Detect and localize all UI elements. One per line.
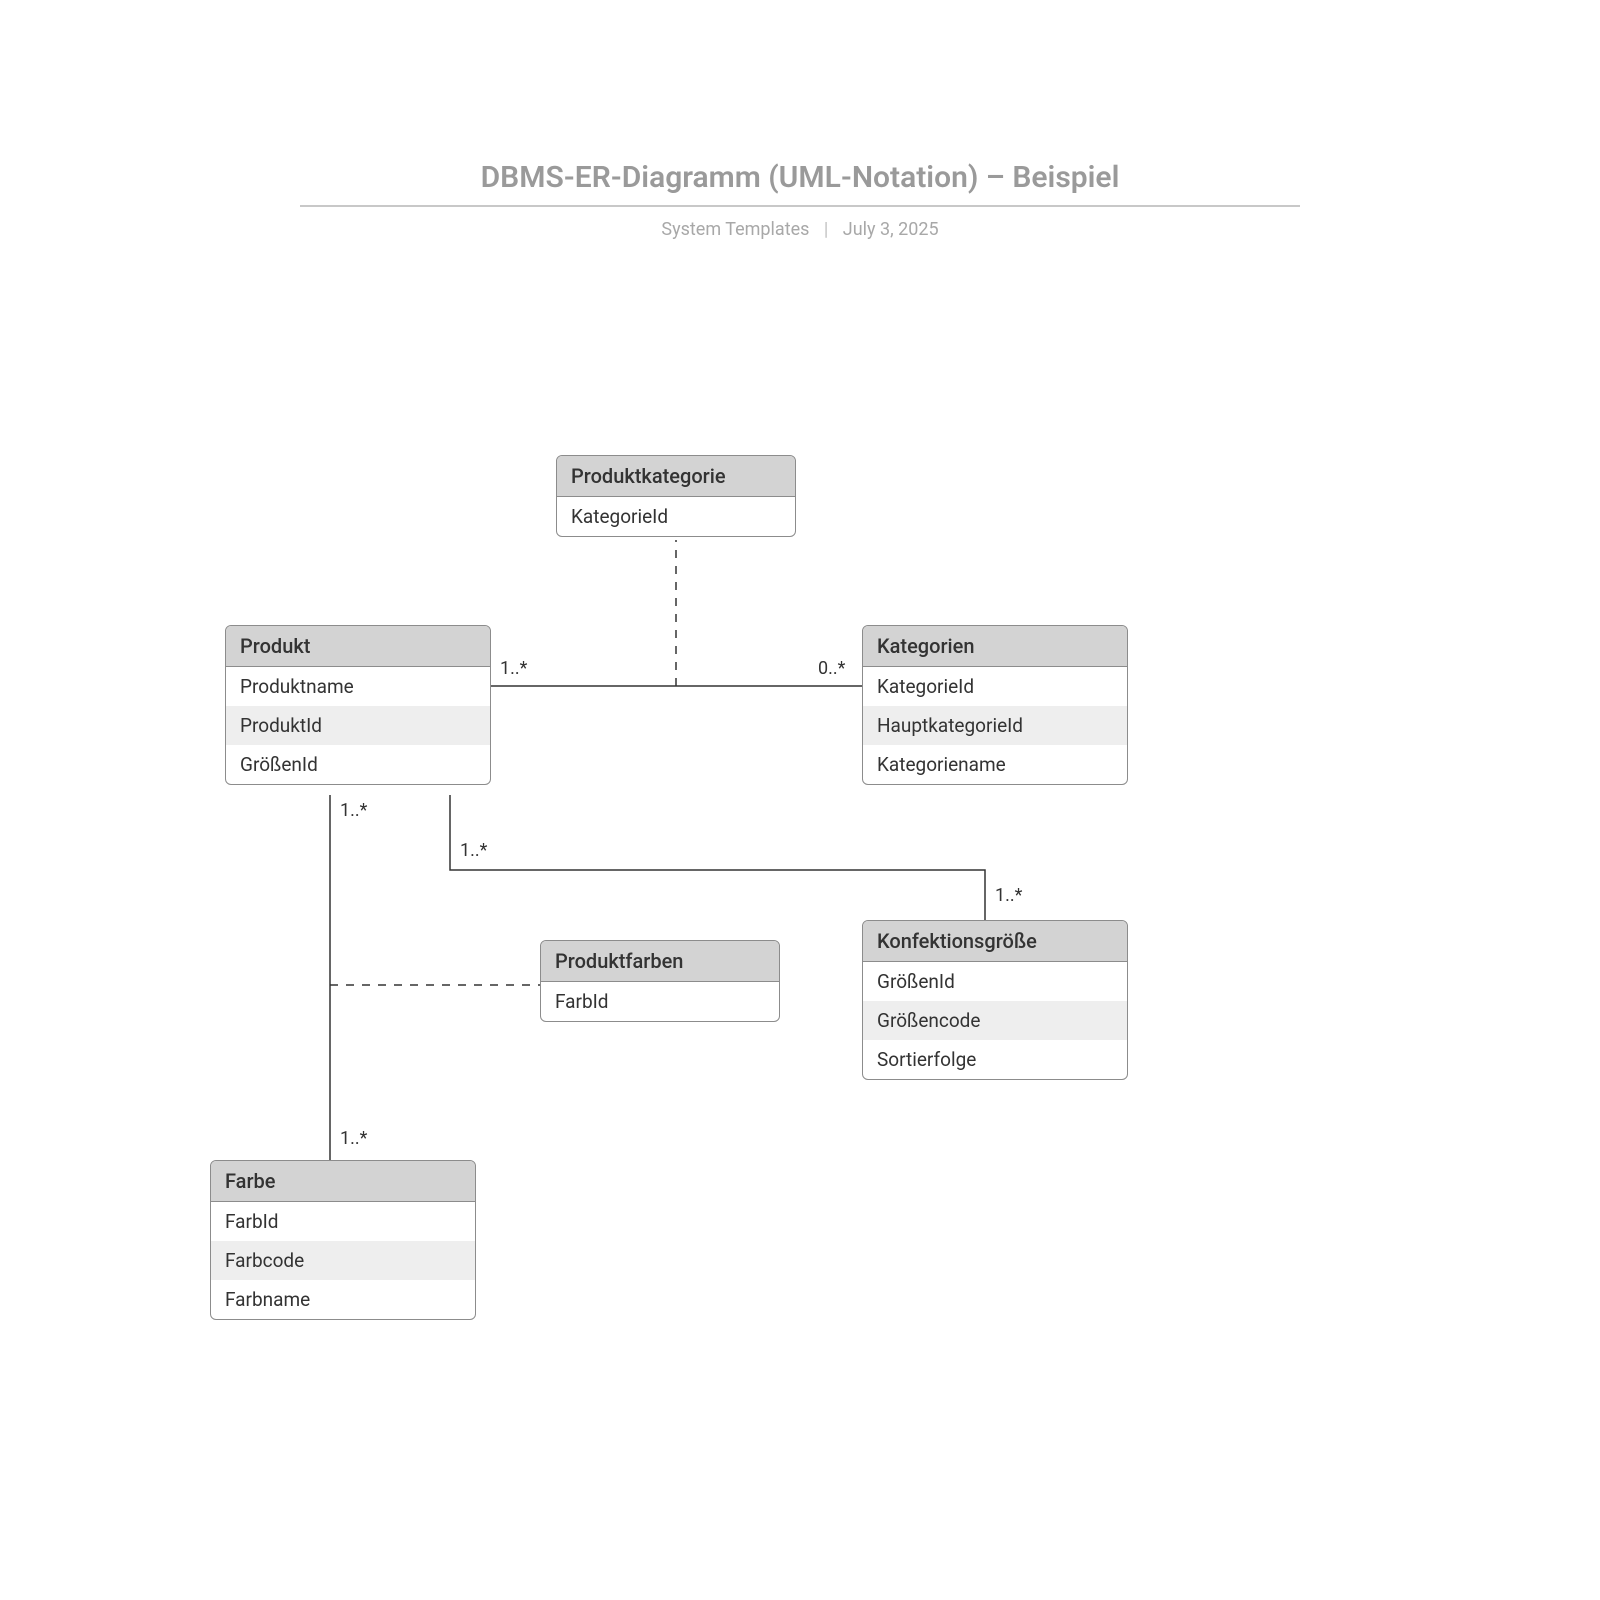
multiplicity-label: 1..* <box>500 658 527 679</box>
entity-attr: KategorieId <box>863 667 1127 706</box>
entity-attr: FarbId <box>211 1202 475 1241</box>
multiplicity-label: 1..* <box>340 800 367 821</box>
entity-attr: GrößenId <box>863 962 1127 1001</box>
multiplicity-label: 1..* <box>995 885 1022 906</box>
multiplicity-label: 1..* <box>340 1128 367 1149</box>
entity-farbe[interactable]: Farbe FarbId Farbcode Farbname <box>210 1160 476 1320</box>
entity-attr: FarbId <box>541 982 779 1021</box>
multiplicity-label: 0..* <box>818 658 845 679</box>
diagram-title: DBMS-ER-Diagramm (UML-Notation) – Beispi… <box>300 160 1300 207</box>
entity-title: Produktfarben <box>541 941 779 982</box>
entity-attr: HauptkategorieId <box>863 706 1127 745</box>
entity-attr: Größencode <box>863 1001 1127 1040</box>
entity-attr: GrößenId <box>226 745 490 784</box>
multiplicity-label: 1..* <box>460 840 487 861</box>
subtitle-date: July 3, 2025 <box>843 219 939 240</box>
entity-kategorien[interactable]: Kategorien KategorieId HauptkategorieId … <box>862 625 1128 785</box>
diagram-subtitle: System Templates | July 3, 2025 <box>300 219 1300 240</box>
entity-attr: Produktname <box>226 667 490 706</box>
entity-attr: Sortierfolge <box>863 1040 1127 1079</box>
connections-layer <box>0 0 1600 1600</box>
entity-attr: Farbcode <box>211 1241 475 1280</box>
entity-produkt[interactable]: Produkt Produktname ProduktId GrößenId <box>225 625 491 785</box>
entity-title: Farbe <box>211 1161 475 1202</box>
entity-attr: Farbname <box>211 1280 475 1319</box>
entity-produktkategorie[interactable]: Produktkategorie KategorieId <box>556 455 796 537</box>
entity-attr: ProduktId <box>226 706 490 745</box>
entity-konfektionsgroesse[interactable]: Konfektionsgröße GrößenId Größencode Sor… <box>862 920 1128 1080</box>
diagram-header: DBMS-ER-Diagramm (UML-Notation) – Beispi… <box>300 160 1300 240</box>
subtitle-author: System Templates <box>661 219 809 240</box>
entity-attr: Kategoriename <box>863 745 1127 784</box>
entity-title: Produkt <box>226 626 490 667</box>
entity-title: Produktkategorie <box>557 456 795 497</box>
entity-produktfarben[interactable]: Produktfarben FarbId <box>540 940 780 1022</box>
subtitle-separator: | <box>824 219 828 240</box>
entity-title: Kategorien <box>863 626 1127 667</box>
entity-attr: KategorieId <box>557 497 795 536</box>
entity-title: Konfektionsgröße <box>863 921 1127 962</box>
